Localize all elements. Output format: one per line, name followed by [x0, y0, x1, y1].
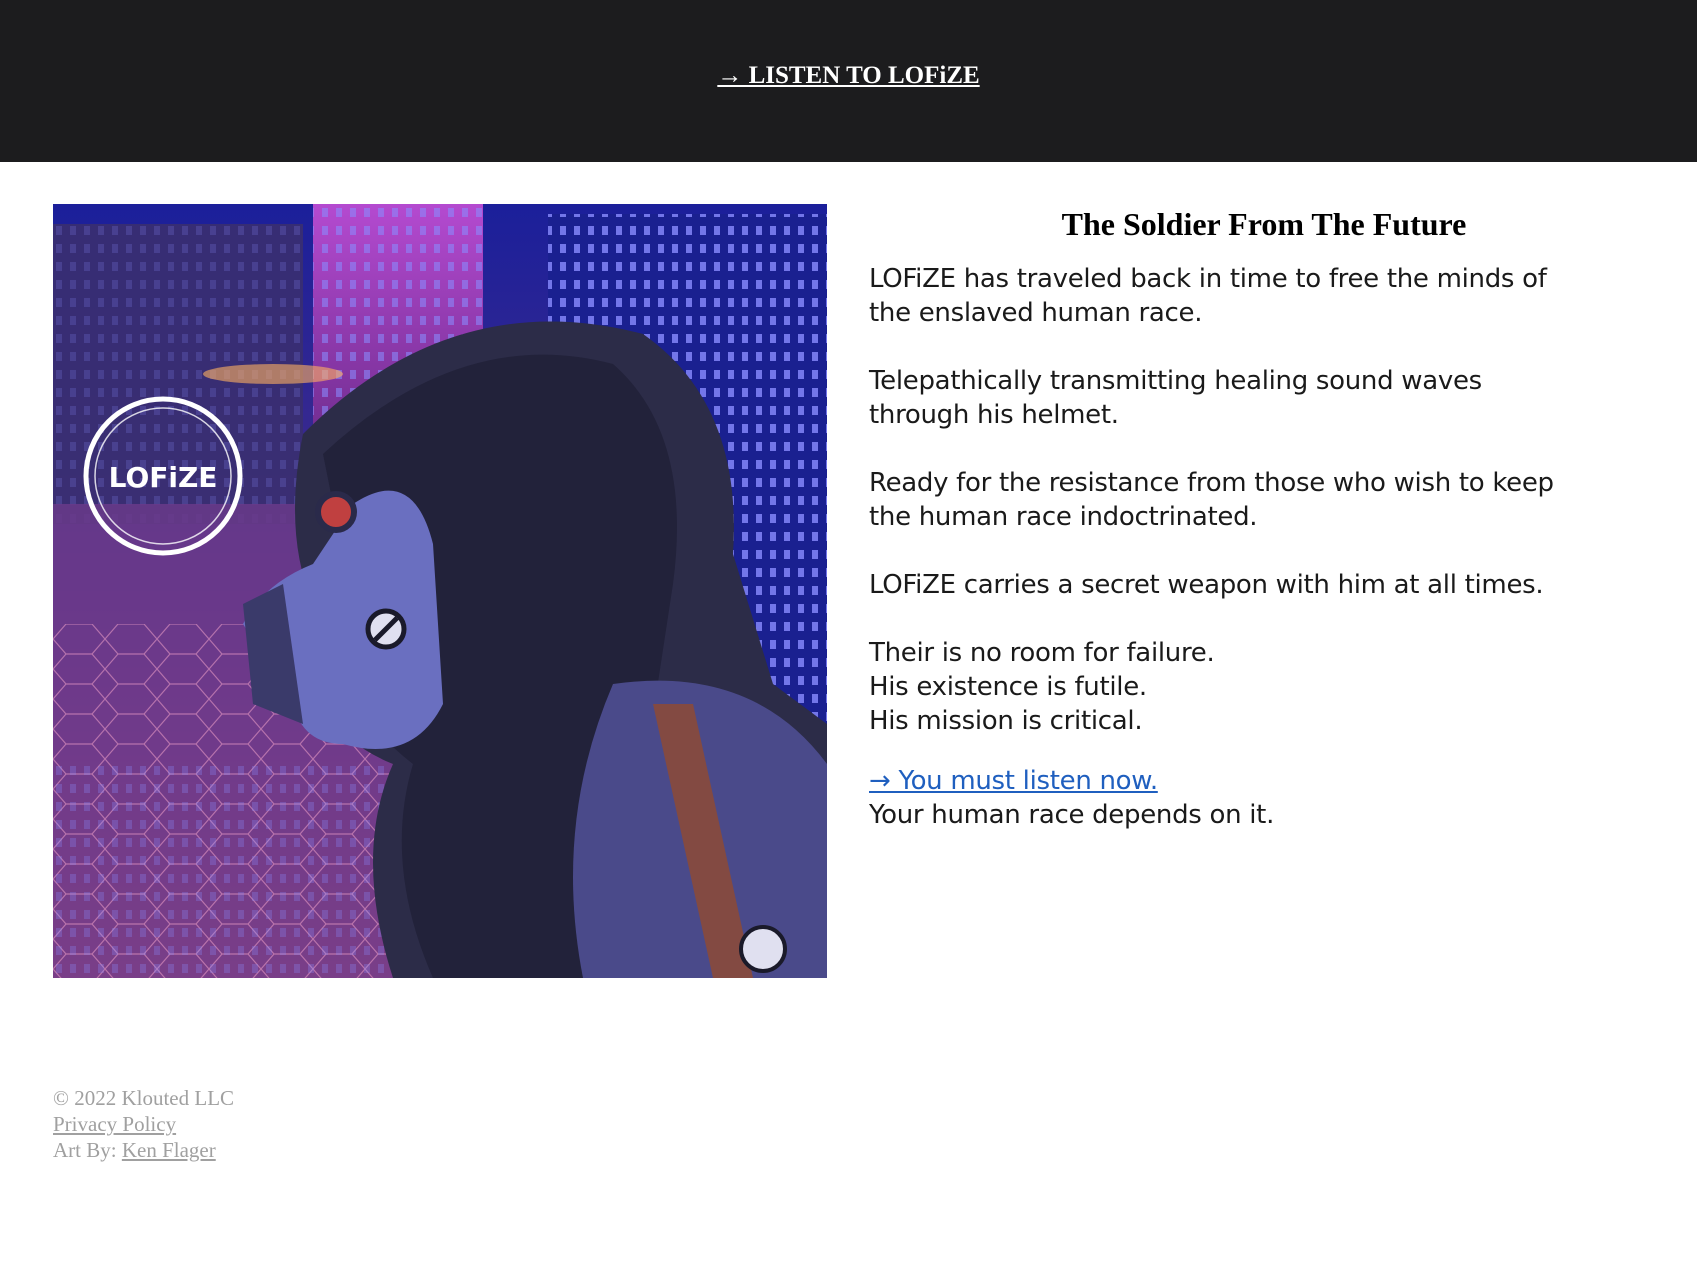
story-paragraph: Ready for the resistance from those who … — [869, 466, 1659, 534]
copyright-text: © 2022 Klouted LLC — [53, 1086, 235, 1110]
story-line: Their is no room for failure. — [869, 638, 1215, 668]
art-by-label: Art By: — [53, 1138, 122, 1162]
privacy-policy-link[interactable]: Privacy Policy — [53, 1112, 176, 1136]
artist-link[interactable]: Ken Flager — [122, 1138, 216, 1162]
story-paragraph: LOFiZE carries a secret weapon with him … — [869, 568, 1659, 602]
cta-subtext: Your human race depends on it. — [869, 800, 1275, 830]
listen-now-link[interactable]: → You must listen now. — [869, 764, 1659, 798]
top-banner: → LISTEN TO LOFiZE — [0, 0, 1697, 162]
story-line: the enslaved human race. — [869, 298, 1203, 328]
artwork-illustration: LOFiZE — [53, 204, 827, 978]
story-line: LOFiZE has traveled back in time to free… — [869, 264, 1547, 294]
story-line: the human race indoctrinated. — [869, 502, 1258, 532]
story-paragraph: Their is no room for failure. His existe… — [869, 636, 1659, 738]
story-line: Telepathically transmitting healing soun… — [869, 366, 1482, 396]
story-line: His mission is critical. — [869, 706, 1143, 736]
artwork-logo-text: LOFiZE — [109, 461, 218, 494]
story-line: Ready for the resistance from those who … — [869, 468, 1554, 498]
album-artwork: LOFiZE — [53, 204, 827, 978]
story-section: The Soldier From The Future LOFiZE has t… — [869, 204, 1659, 832]
story-title: The Soldier From The Future — [1061, 206, 1467, 242]
story-line: through his helmet. — [869, 400, 1119, 430]
story-paragraph: Telepathically transmitting healing soun… — [869, 364, 1659, 432]
footer: © 2022 Klouted LLC Privacy Policy Art By… — [53, 1085, 234, 1163]
story-line: His existence is futile. — [869, 672, 1147, 702]
story-line: LOFiZE carries a secret weapon with him … — [869, 570, 1544, 600]
listen-to-lofize-link[interactable]: → LISTEN TO LOFiZE — [0, 61, 1697, 91]
art-credit: Art By: Ken Flager — [53, 1137, 234, 1163]
story-paragraph: LOFiZE has traveled back in time to free… — [869, 262, 1659, 330]
